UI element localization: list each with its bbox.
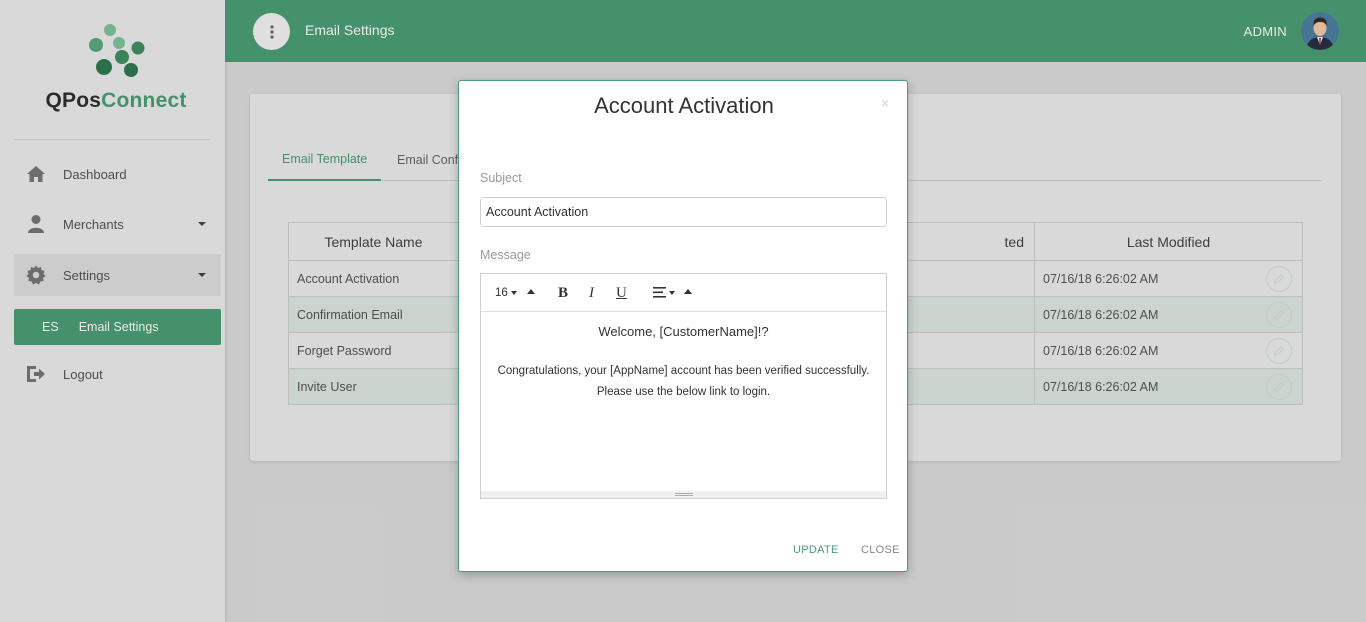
editor-toolbar: 16 B I U	[481, 274, 886, 312]
message-body-line: Please use the below link to login.	[596, 386, 771, 398]
close-button[interactable]: CLOSE	[861, 544, 900, 556]
close-icon[interactable]: ×	[881, 95, 889, 111]
chevron-down-icon	[510, 291, 517, 295]
dialog-title: Account Activation	[594, 93, 774, 118]
underline-button[interactable]: U	[616, 285, 627, 302]
align-icon	[653, 287, 666, 298]
align-dropdown[interactable]	[653, 287, 675, 298]
message-greeting: Welcome, [CustomerName]!?	[598, 324, 769, 339]
update-button[interactable]: UPDATE	[793, 544, 839, 556]
chevron-down-icon	[669, 290, 675, 295]
chevron-up-icon	[527, 289, 535, 294]
message-label: Message	[480, 248, 531, 262]
toolbar-collapse-button[interactable]	[527, 289, 535, 294]
message-editor[interactable]: 16 B I U Welcome, [CustomerName]!? Congr…	[480, 273, 887, 499]
bold-button[interactable]: B	[558, 285, 568, 302]
message-body-line: Congratulations, your [AppName] account …	[497, 365, 870, 377]
chevron-up-icon	[684, 289, 692, 294]
subject-label: Subject	[480, 171, 522, 185]
toolbar-collapse-button[interactable]	[684, 289, 692, 294]
italic-button[interactable]: I	[589, 285, 594, 302]
edit-template-dialog: Account Activation × Subject Message 16 …	[458, 80, 908, 572]
editor-content[interactable]: Welcome, [CustomerName]!? Congratulation…	[481, 312, 886, 415]
editor-resize-handle[interactable]	[481, 491, 886, 498]
font-size-dropdown[interactable]: 16	[495, 287, 517, 299]
subject-input[interactable]	[480, 197, 887, 227]
